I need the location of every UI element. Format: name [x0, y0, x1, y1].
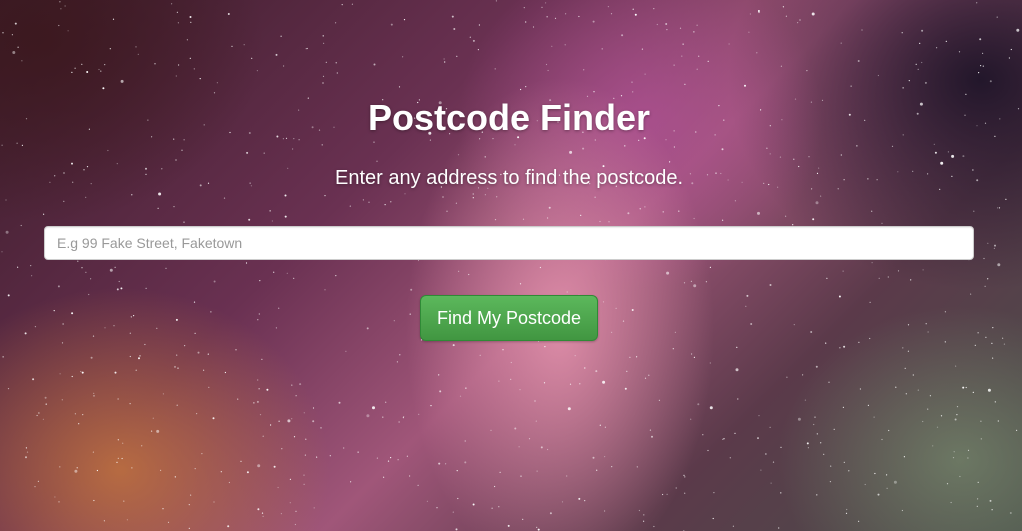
page-title: Postcode Finder [367, 97, 651, 138]
find-postcode-button[interactable]: Find My Postcode [420, 295, 598, 341]
address-input[interactable] [44, 226, 974, 260]
postcode-finder-panel: Postcode Finder Enter any address to fin… [0, 0, 1022, 531]
page-subtitle: Enter any address to find the postcode. [335, 167, 683, 189]
